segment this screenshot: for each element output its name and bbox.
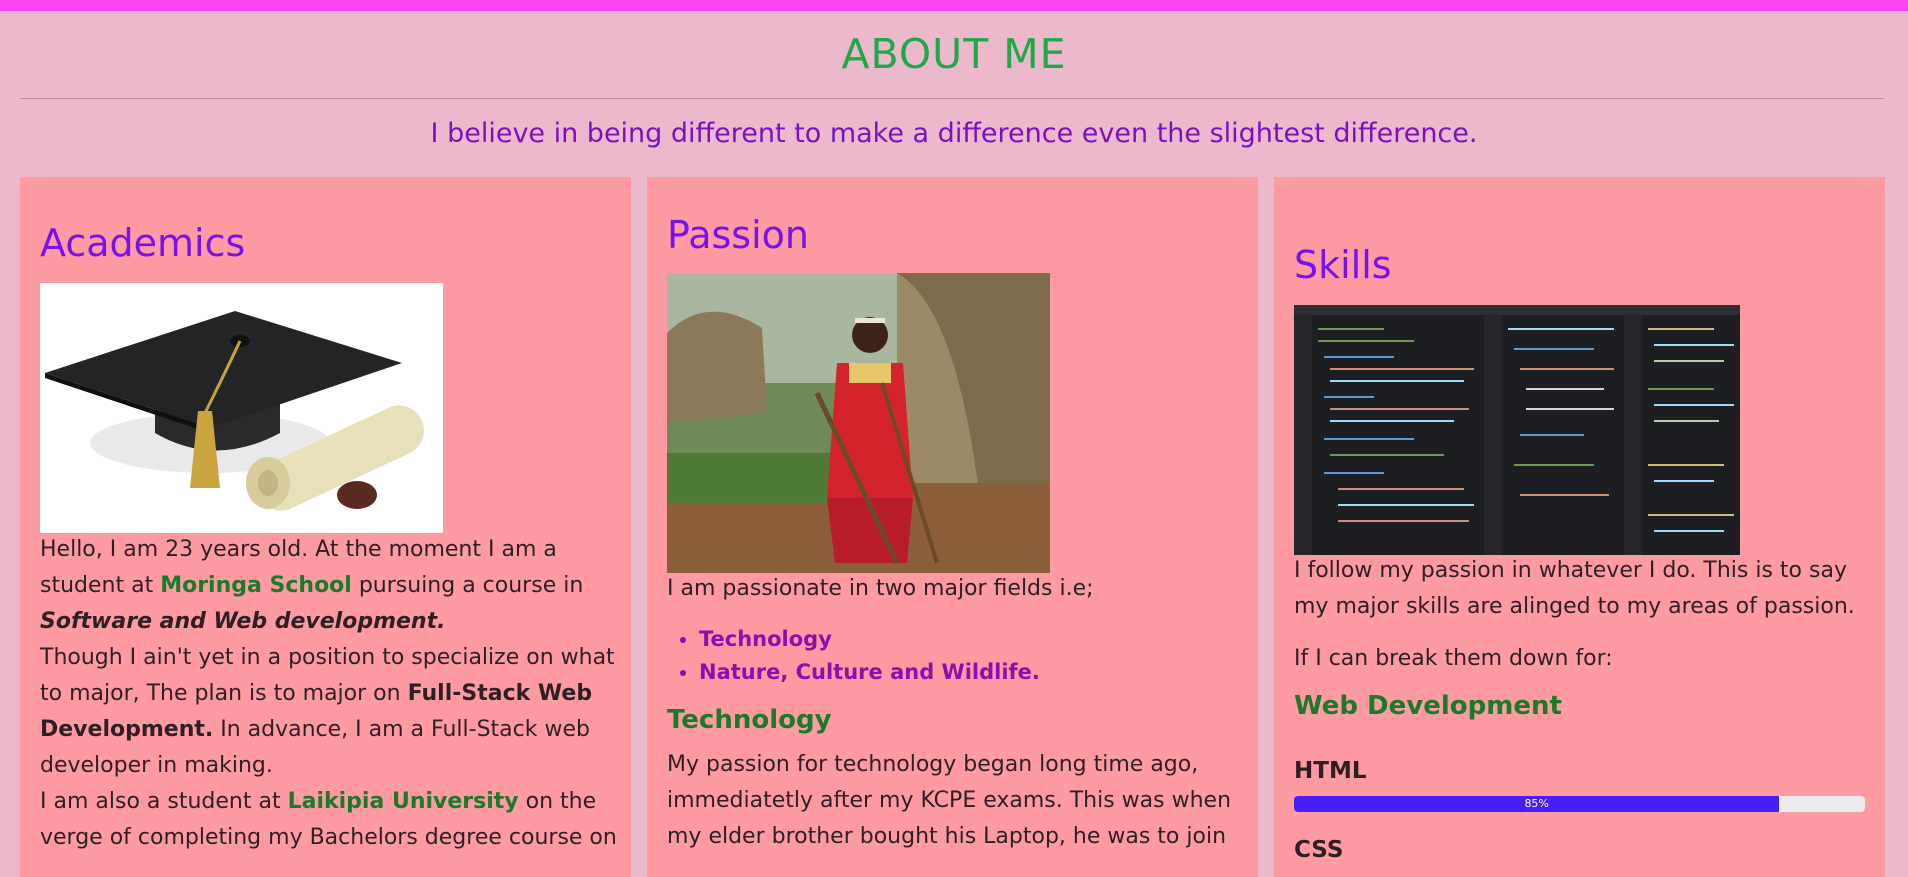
list-item: Technology [699,623,1040,656]
academics-card: Academics Hello, I am 23 years old. At t… [20,177,631,877]
passion-image [667,273,1050,573]
skill-html-progress-bar: 85% [1294,796,1865,812]
academics-heading: Academics [40,221,246,265]
school-name: Moringa School [160,573,352,598]
graduation-cap-icon [45,311,424,511]
skills-paragraph-1: I follow my passion in whatever I do. Th… [1294,558,1855,619]
passion-card: Passion I am passionate in two major fie… [647,177,1258,877]
skill-html-progress-fill: 85% [1294,796,1780,812]
skill-html-label: HTML [1294,758,1367,784]
skills-card: Skills I follow my passion in whatever I… [1274,177,1885,877]
title-divider [20,98,1884,99]
skills-paragraph-2: If I can break them down for: [1294,646,1613,671]
skill-css-label: CSS [1294,837,1344,863]
passion-intro: I am passionate in two major fields i.e; [667,576,1094,601]
passion-fields-list: Technology Nature, Culture and Wildlife. [667,623,1040,689]
top-accent-bar [0,0,1908,11]
maasai-photo-icon [667,273,1050,573]
university-name: Laikipia University [287,789,519,814]
tagline: I believe in being different to make a d… [430,118,1478,149]
graduation-image [40,283,443,533]
technology-paragraph: My passion for technology began long tim… [667,752,1232,849]
skills-heading: Skills [1294,243,1392,287]
technology-subheading: Technology [667,705,832,735]
academics-paragraph-1: Hello, I am 23 years old. At the moment … [40,532,620,856]
university-text: I am also a student at [40,789,288,814]
code-editor-icon [1294,305,1740,555]
course-name: Software and Web development. [40,609,446,634]
page-title: ABOUT ME [841,30,1067,78]
passion-heading: Passion [667,213,809,257]
web-development-subheading: Web Development [1294,691,1562,721]
intro-text-cont: pursuing a course in [351,573,584,598]
list-item: Nature, Culture and Wildlife. [699,656,1040,689]
code-screenshot-image [1294,305,1740,555]
